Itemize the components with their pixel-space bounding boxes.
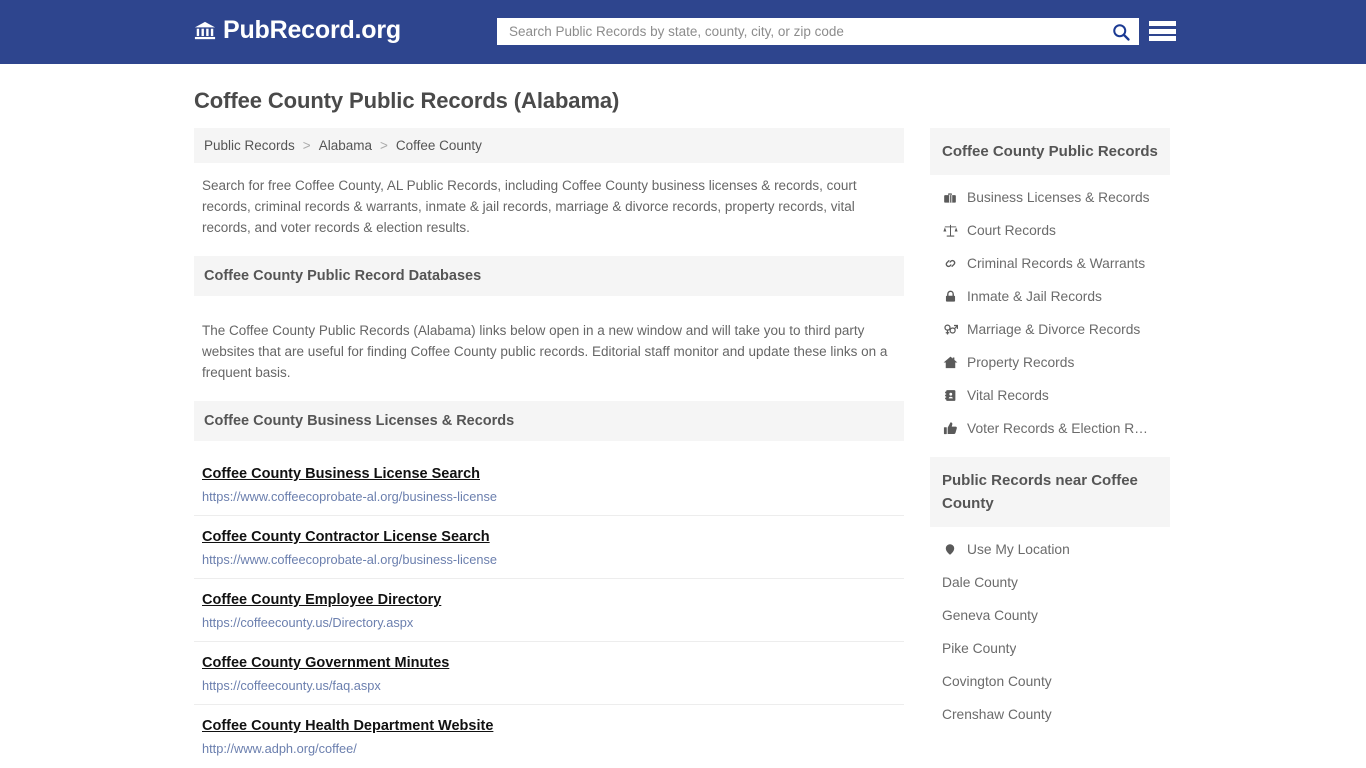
search-button[interactable]: [1109, 22, 1133, 42]
section-heading-business-licenses: Coffee County Business Licenses & Record…: [194, 401, 904, 442]
hamburger-menu-button[interactable]: [1149, 18, 1176, 44]
main-column: Public Records > Alabama > Coffee County…: [194, 128, 904, 768]
sidebar-item-inmate-jail-records[interactable]: Inmate & Jail Records: [930, 280, 1170, 313]
sidebar-item-covington-county[interactable]: Covington County: [930, 665, 1170, 698]
sidebar-item-label: Inmate & Jail Records: [967, 289, 1102, 304]
lock-icon: [942, 289, 958, 304]
sidebar-item-label: Business Licenses & Records: [967, 190, 1150, 205]
databases-paragraph: The Coffee County Public Records (Alabam…: [202, 323, 888, 381]
sidebar-nearby-list: Use My Location Dale County Geneva Count…: [930, 527, 1170, 731]
page-container: Coffee County Public Records (Alabama) P…: [0, 88, 1366, 768]
record-link-title[interactable]: Coffee County Contractor License Search: [202, 529, 490, 545]
sidebar-heading-records: Coffee County Public Records: [930, 128, 1170, 175]
list-item: Coffee County Business License Search ht…: [194, 453, 904, 517]
home-icon: [942, 355, 958, 370]
sidebar-item-pike-county[interactable]: Pike County: [930, 632, 1170, 665]
sidebar-item-business-licenses[interactable]: Business Licenses & Records: [930, 181, 1170, 214]
sidebar: Coffee County Public Records Business Li…: [930, 128, 1170, 743]
thumbs-up-icon: [942, 421, 958, 436]
sidebar-item-property-records[interactable]: Property Records: [930, 346, 1170, 379]
breadcrumb-item-alabama[interactable]: Alabama: [319, 138, 372, 153]
search-bar[interactable]: [497, 18, 1139, 45]
record-link-title[interactable]: Coffee County Health Department Website: [202, 718, 493, 734]
id-card-icon: [942, 388, 958, 403]
sidebar-item-label: Covington County: [942, 674, 1052, 689]
breadcrumb: Public Records > Alabama > Coffee County: [194, 128, 904, 163]
sidebar-item-geneva-county[interactable]: Geneva County: [930, 599, 1170, 632]
sidebar-item-court-records[interactable]: Court Records: [930, 214, 1170, 247]
breadcrumb-separator: >: [379, 138, 388, 153]
hamburger-menu-icon: [1149, 28, 1176, 34]
sidebar-item-marriage-divorce-records[interactable]: Marriage & Divorce Records: [930, 313, 1170, 346]
hamburger-menu-icon: [1149, 36, 1176, 41]
sidebar-item-criminal-records[interactable]: Criminal Records & Warrants: [930, 247, 1170, 280]
record-link-url[interactable]: https://coffeecounty.us/Directory.aspx: [202, 615, 896, 630]
sidebar-item-label: Dale County: [942, 575, 1018, 590]
sidebar-item-label: Pike County: [942, 641, 1017, 656]
sidebar-item-label: Property Records: [967, 355, 1075, 370]
balance-scale-icon: [942, 223, 958, 238]
site-logo[interactable]: PubRecord.org: [194, 18, 401, 43]
hamburger-menu-icon: [1149, 21, 1176, 26]
breadcrumb-item-coffee-county[interactable]: Coffee County: [396, 138, 482, 153]
content-columns: Public Records > Alabama > Coffee County…: [194, 128, 1172, 768]
bank-icon: [194, 21, 216, 39]
record-link-list: Coffee County Business License Search ht…: [194, 453, 904, 767]
page-title: Coffee County Public Records (Alabama): [194, 88, 620, 113]
sidebar-item-label: Court Records: [967, 223, 1056, 238]
sidebar-heading-nearby: Public Records near Coffee County: [930, 457, 1170, 527]
record-link-title[interactable]: Coffee County Employee Directory: [202, 592, 441, 608]
breadcrumb-separator: >: [302, 138, 311, 153]
list-item: Coffee County Contractor License Search …: [194, 516, 904, 580]
sidebar-item-label: Criminal Records & Warrants: [967, 256, 1146, 271]
record-link-url[interactable]: http://www.adph.org/coffee/: [202, 741, 896, 756]
sidebar-box-nearby: Public Records near Coffee County Use My…: [930, 457, 1170, 731]
sidebar-item-crenshaw-county[interactable]: Crenshaw County: [930, 698, 1170, 731]
record-link-url[interactable]: https://www.coffeecoprobate-al.org/busin…: [202, 489, 896, 504]
briefcase-icon: [942, 191, 958, 205]
sidebar-records-list: Business Licenses & Records Court Record…: [930, 175, 1170, 445]
sidebar-box-records: Coffee County Public Records Business Li…: [930, 128, 1170, 445]
record-link-title[interactable]: Coffee County Business License Search: [202, 466, 480, 482]
venus-mars-icon: [942, 322, 958, 337]
sidebar-item-label: Geneva County: [942, 608, 1038, 623]
record-link-url[interactable]: https://coffeecounty.us/faq.aspx: [202, 678, 896, 693]
sidebar-item-label: Voter Records & Election R…: [967, 421, 1148, 436]
record-link-title[interactable]: Coffee County Government Minutes: [202, 655, 449, 671]
intro-paragraph: Search for free Coffee County, AL Public…: [202, 178, 857, 235]
sidebar-item-dale-county[interactable]: Dale County: [930, 566, 1170, 599]
sidebar-item-label: Use My Location: [967, 542, 1070, 557]
site-logo-text: PubRecord.org: [223, 16, 401, 44]
list-item: Coffee County Employee Directory https:/…: [194, 579, 904, 643]
sidebar-item-label: Crenshaw County: [942, 707, 1052, 722]
search-input[interactable]: [507, 18, 1109, 45]
list-item: Coffee County Government Minutes https:/…: [194, 642, 904, 706]
site-header: PubRecord.org: [0, 0, 1366, 64]
sidebar-item-voter-records[interactable]: Voter Records & Election R…: [930, 412, 1170, 445]
search-icon: [1113, 23, 1130, 41]
sidebar-item-vital-records[interactable]: Vital Records: [930, 379, 1170, 412]
list-item: Coffee County Health Department Website …: [194, 705, 904, 767]
breadcrumb-item-public-records[interactable]: Public Records: [204, 138, 295, 153]
sidebar-item-label: Vital Records: [967, 388, 1049, 403]
section-heading-databases: Coffee County Public Record Databases: [194, 256, 904, 296]
sidebar-item-use-my-location[interactable]: Use My Location: [930, 533, 1170, 566]
record-link-url[interactable]: https://www.coffeecoprobate-al.org/busin…: [202, 552, 896, 567]
handcuffs-icon: [942, 256, 958, 271]
sidebar-item-label: Marriage & Divorce Records: [967, 322, 1141, 337]
map-marker-icon: [942, 542, 958, 557]
